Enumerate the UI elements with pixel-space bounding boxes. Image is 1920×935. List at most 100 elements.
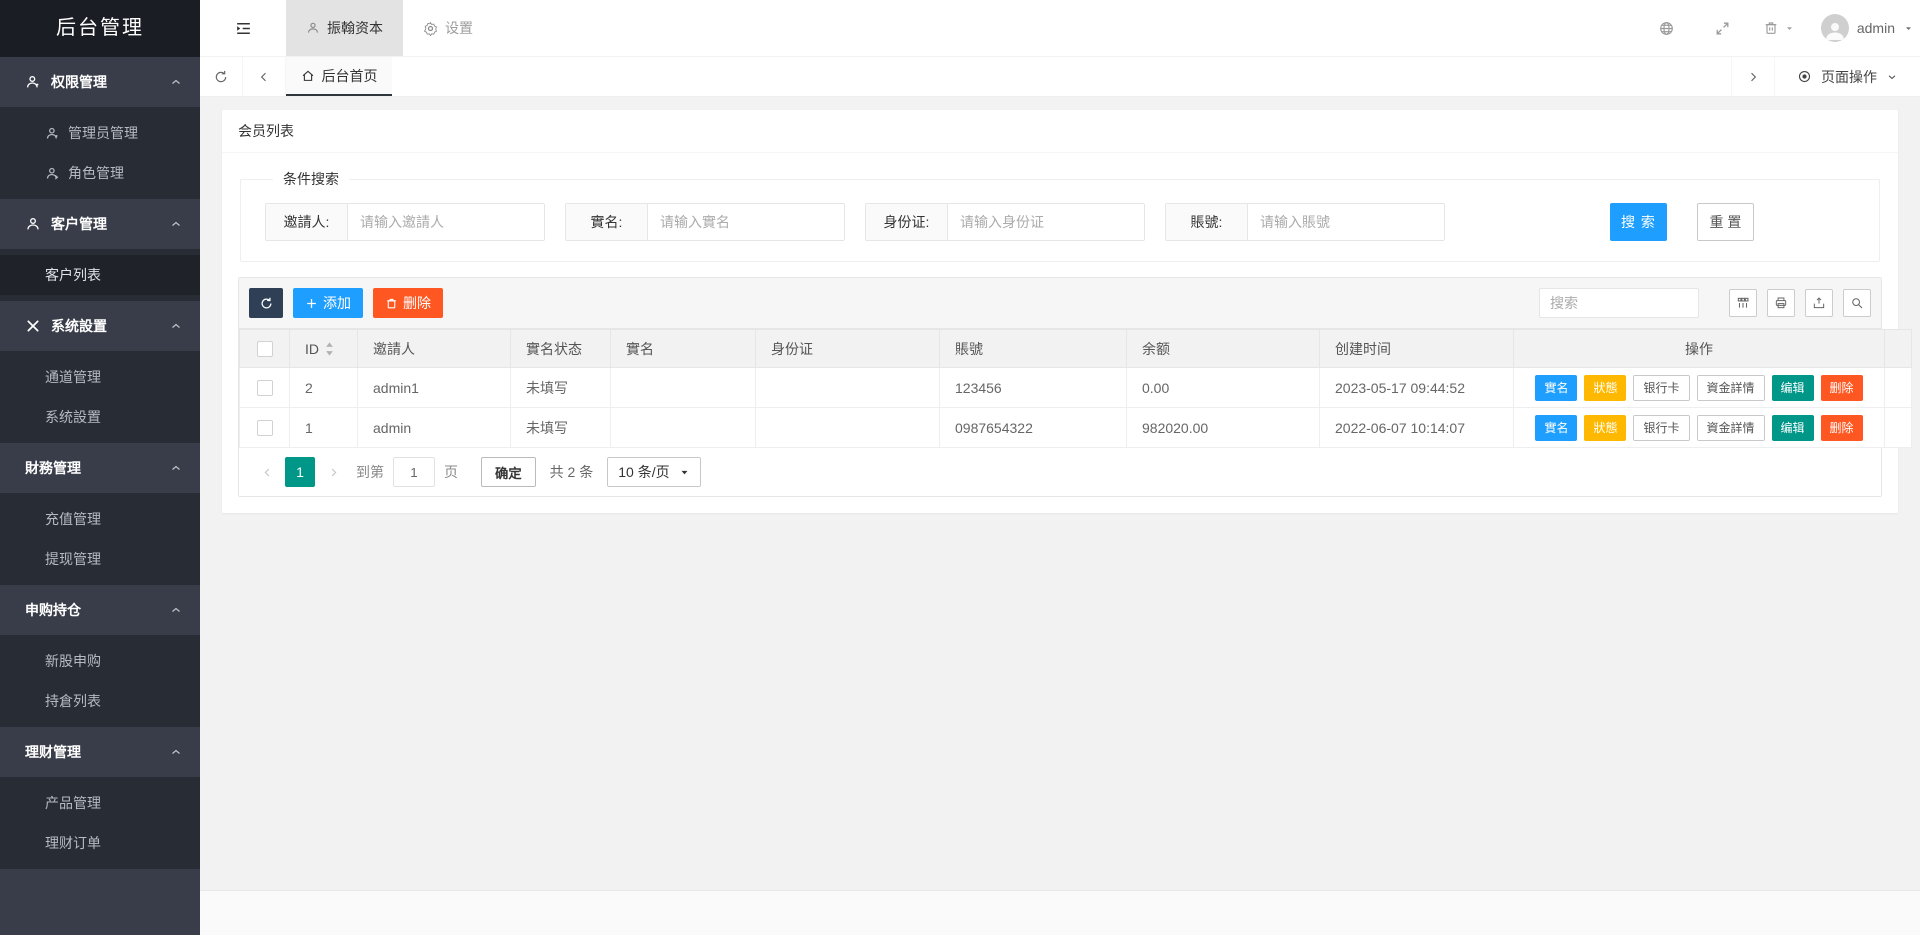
sidebar-item-label: 通道管理 (45, 367, 101, 387)
batch-delete-button[interactable]: 删除 (373, 288, 443, 318)
collapse-sidebar-icon (234, 19, 253, 38)
funds-detail-button[interactable]: 資金詳情 (1697, 375, 1765, 401)
sidebar-item-system-settings[interactable]: 系统設置 (0, 397, 200, 437)
inviter-label: 邀請人: (266, 204, 348, 240)
sidebar-item-customer-list[interactable]: 客户列表 (0, 255, 200, 295)
scroll-tabs-left-button[interactable] (243, 57, 286, 96)
realname-button[interactable]: 實名 (1535, 415, 1577, 441)
sidebar-item-wealth-orders[interactable]: 理财订单 (0, 823, 200, 863)
inviter-input[interactable] (348, 204, 544, 240)
sidebar-group-subscription[interactable]: 申购持仓 (0, 585, 200, 635)
nav-sub-permissions: 管理员管理 角色管理 (0, 107, 200, 199)
sidebar-group-finance[interactable]: 財務管理 (0, 443, 200, 493)
sidebar-item-label: 理财订单 (45, 833, 101, 853)
scroll-tabs-right-button[interactable] (1731, 57, 1774, 96)
main-area: 振翰资本 设置 admin (200, 0, 1920, 935)
page-operations-dropdown[interactable]: 页面操作 (1774, 57, 1920, 96)
goto-page-input[interactable] (393, 457, 435, 487)
language-button[interactable] (1639, 0, 1695, 56)
select-all-checkbox[interactable] (257, 341, 273, 357)
page-size-select[interactable]: 10 条/页 (607, 457, 700, 487)
row-checkbox[interactable] (257, 380, 273, 396)
sort-icon[interactable] (325, 342, 334, 356)
sidebar-item-channel-manage[interactable]: 通道管理 (0, 357, 200, 397)
topbar-tab-label: 振翰资本 (327, 18, 383, 38)
table-header-row: ID 邀請人 實名状态 實名 身份证 賬號 余额 创建时间 操作 (240, 330, 1912, 368)
sidebar-group-wealth[interactable]: 理财管理 (0, 727, 200, 777)
row-operations: 實名 狀態 银行卡 資金詳情 编辑 删除 (1519, 415, 1879, 441)
prev-page-button[interactable] (253, 457, 281, 487)
columns-filter-button[interactable] (1729, 289, 1757, 317)
content-area: 会员列表 条件搜索 邀請人: 實名: (200, 97, 1920, 890)
user-icon (25, 74, 41, 90)
edit-button[interactable]: 编辑 (1772, 375, 1814, 401)
account-input[interactable] (1248, 204, 1444, 240)
export-button[interactable] (1805, 289, 1833, 317)
user-icon (45, 166, 60, 181)
status-button[interactable]: 狀態 (1584, 415, 1626, 441)
sidebar-item-withdraw-manage[interactable]: 提现管理 (0, 539, 200, 579)
column-header-operations: 操作 (1514, 330, 1885, 368)
reset-button[interactable]: 重 置 (1697, 203, 1754, 241)
sidebar-item-ipo-subscription[interactable]: 新股申购 (0, 641, 200, 681)
print-button[interactable] (1767, 289, 1795, 317)
clear-cache-button[interactable] (1751, 0, 1807, 56)
collapse-sidebar-button[interactable] (200, 0, 286, 56)
tab-home[interactable]: 后台首页 (286, 57, 392, 96)
realname-button[interactable]: 實名 (1535, 375, 1577, 401)
nav-sub-subscription: 新股申购 持倉列表 (0, 635, 200, 727)
goto-confirm-button[interactable]: 确定 (481, 457, 536, 487)
sidebar-item-admin-manage[interactable]: 管理员管理 (0, 113, 200, 153)
fullscreen-button[interactable] (1695, 0, 1751, 56)
chevron-up-icon (170, 218, 182, 230)
batch-delete-label: 删除 (403, 293, 431, 313)
page-number-button[interactable]: 1 (285, 457, 315, 487)
sidebar-item-role-manage[interactable]: 角色管理 (0, 153, 200, 193)
topbar-tab-settings[interactable]: 设置 (403, 0, 493, 56)
username-label: admin (1857, 20, 1895, 36)
delete-button[interactable]: 删除 (1821, 415, 1863, 441)
row-checkbox[interactable] (257, 420, 273, 436)
funds-detail-button[interactable]: 資金詳情 (1697, 415, 1765, 441)
user-menu[interactable]: admin (1807, 14, 1920, 42)
sidebar-group-customers[interactable]: 客户管理 (0, 199, 200, 249)
sidebar-item-label: 管理员管理 (68, 123, 138, 143)
export-icon (1812, 296, 1826, 310)
sidebar-group-permissions[interactable]: 权限管理 (0, 57, 200, 107)
search-legend: 条件搜索 (273, 169, 349, 189)
status-button[interactable]: 狀態 (1584, 375, 1626, 401)
cell-realname (611, 368, 756, 408)
gear-icon (423, 21, 438, 36)
idcard-input[interactable] (948, 204, 1144, 240)
plus-icon (305, 297, 318, 310)
next-page-button[interactable] (319, 457, 347, 487)
topbar-tab-company[interactable]: 振翰资本 (286, 0, 403, 56)
sidebar-item-label: 角色管理 (68, 163, 124, 183)
add-button[interactable]: 添加 (293, 288, 363, 318)
refresh-table-button[interactable] (249, 288, 283, 318)
nav-group-wealth: 理财管理 产品管理 理财订单 (0, 727, 200, 869)
topbar-tab-label: 设置 (445, 18, 473, 38)
home-icon (301, 69, 315, 83)
zoom-search-button[interactable] (1843, 289, 1871, 317)
sidebar-item-label: 持倉列表 (45, 691, 101, 711)
members-table: ID 邀請人 實名状态 實名 身份证 賬號 余额 创建时间 操作 (239, 329, 1912, 448)
column-header-realname-status: 實名状态 (511, 330, 611, 368)
add-button-label: 添加 (323, 293, 351, 313)
sidebar-group-system[interactable]: 系统設置 (0, 301, 200, 351)
sidebar-item-position-list[interactable]: 持倉列表 (0, 681, 200, 721)
delete-button[interactable]: 删除 (1821, 375, 1863, 401)
sidebar-item-label: 产品管理 (45, 793, 101, 813)
search-button[interactable]: 搜 索 (1610, 203, 1667, 241)
cell-balance: 982020.00 (1127, 408, 1320, 448)
sidebar-item-recharge-manage[interactable]: 充值管理 (0, 499, 200, 539)
realname-input[interactable] (648, 204, 844, 240)
edit-button[interactable]: 编辑 (1772, 415, 1814, 441)
user-icon (45, 126, 60, 141)
nav-group-finance: 財務管理 充值管理 提现管理 (0, 443, 200, 585)
bankcard-button[interactable]: 银行卡 (1633, 415, 1689, 441)
table-search-input[interactable] (1539, 288, 1699, 318)
refresh-tab-button[interactable] (200, 57, 243, 96)
bankcard-button[interactable]: 银行卡 (1633, 375, 1689, 401)
sidebar-item-product-manage[interactable]: 产品管理 (0, 783, 200, 823)
